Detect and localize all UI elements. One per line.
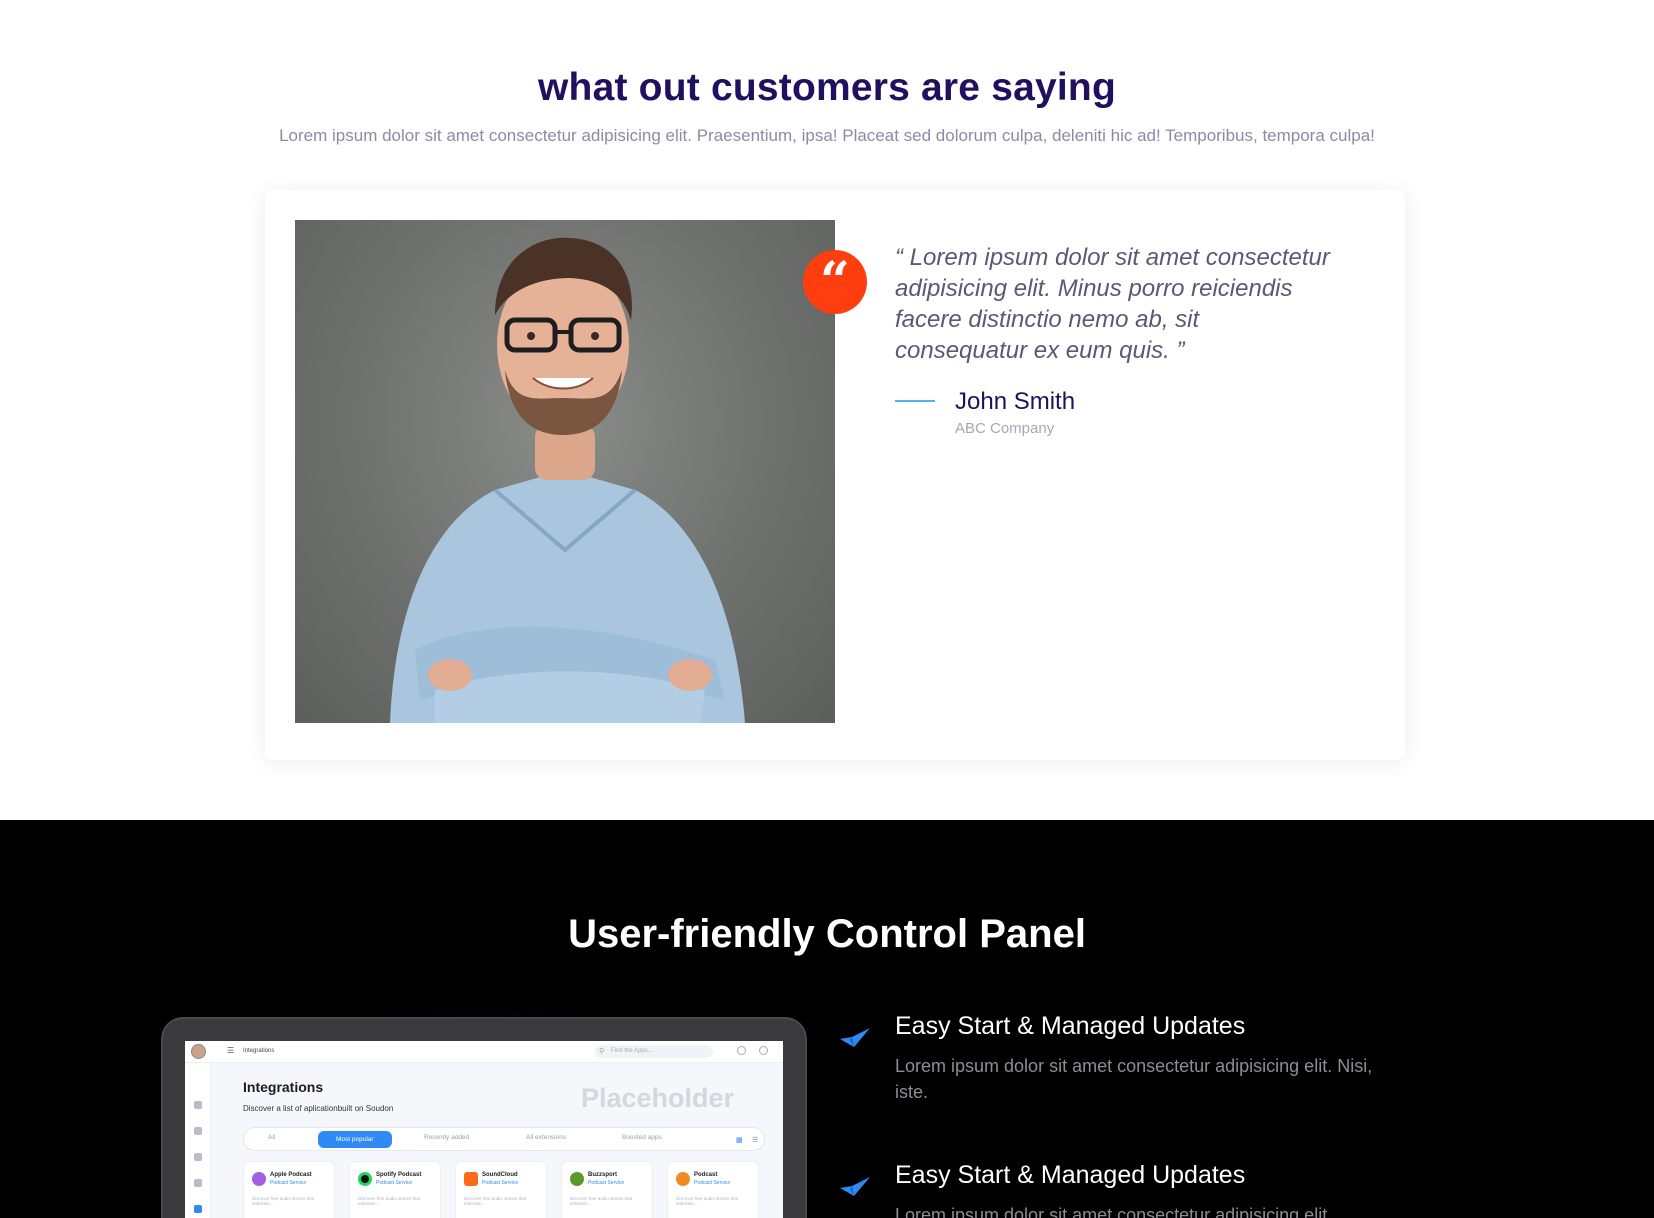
avatar: [191, 1044, 206, 1059]
app-name: Apple Podcast: [270, 1172, 312, 1178]
spotify-icon: [358, 1172, 372, 1186]
dashboard-sidebar: [185, 1063, 211, 1218]
tab-boosted-apps: Boosted apps: [622, 1134, 662, 1141]
layers-icon: [194, 1179, 202, 1187]
app-name: Spotify Podcast: [376, 1172, 422, 1178]
app-name: SoundCloud: [482, 1172, 518, 1178]
feature-description: Lorem ipsum dolor sit amet consectetur a…: [895, 1056, 1373, 1102]
testimonials-subtitle: Lorem ipsum dolor sit amet consectetur a…: [279, 126, 1375, 145]
app-desc: Discover free audio stories that enterta…: [464, 1196, 527, 1206]
check-arrow-icon: [840, 1177, 870, 1196]
testimonials-title: what out customers are saying: [538, 66, 1116, 109]
feature-title: Easy Start & Managed Updates: [895, 1161, 1246, 1189]
app-cards: Apple Podcast Podcast Service Discover f…: [243, 1161, 773, 1218]
author-company: ABC Company: [955, 420, 1055, 437]
integrations-icon: [194, 1205, 202, 1213]
app-card: SoundCloud Podcast Service Discover free…: [455, 1161, 547, 1218]
app-desc: Discover free audio stories that enterta…: [358, 1196, 421, 1206]
soundcloud-icon: [464, 1172, 478, 1186]
app-type: Podcast Service: [270, 1180, 307, 1186]
author-name: John Smith: [955, 388, 1076, 415]
app-card: Podcast Podcast Service Discover free au…: [667, 1161, 759, 1218]
app-type: Podcast Service: [482, 1180, 519, 1186]
control-panel-section: User-friendly Control Panel ☰ Integratio…: [0, 820, 1654, 1218]
app-type: Podcast Service: [694, 1180, 731, 1186]
app-desc: Discover free audio stories that enterta…: [676, 1196, 739, 1206]
dashboard-screenshot: ☰ Integrations Find the Apps... ⚲ Integr…: [185, 1041, 783, 1218]
testimonial-quote: “ Lorem ipsum dolor sit amet consectetur…: [895, 244, 1330, 364]
feature-title: Easy Start & Managed Updates: [895, 1012, 1246, 1040]
dashboard-description: Discover a list of aplicationbuilt on So…: [243, 1104, 394, 1113]
app-desc: Discover free audio stories that enterta…: [570, 1196, 633, 1206]
check-arrow-icon: [840, 1028, 870, 1047]
testimonial-card: “ “ Lorem ipsum dolor sit amet consectet…: [265, 190, 1405, 760]
tab-all: All: [268, 1134, 276, 1141]
app-type: Podcast Service: [588, 1180, 625, 1186]
testimonials-section: what out customers are saying Lorem ipsu…: [0, 0, 1654, 820]
app-card: Buzzsport Podcast Service Discover free …: [561, 1161, 653, 1218]
breadcrumb: Integrations: [243, 1048, 275, 1054]
customer-photo: [295, 220, 835, 723]
tab-recently-added: Recently added: [424, 1134, 470, 1141]
quote-icon: “: [803, 250, 867, 314]
apple-podcast-icon: [252, 1172, 266, 1186]
tab-most-popular: Most popular: [318, 1131, 392, 1148]
buzzsport-icon: [570, 1172, 584, 1186]
app-card: Apple Podcast Podcast Service Discover f…: [243, 1161, 335, 1218]
search-input: Find the Apps...: [595, 1045, 713, 1058]
man-with-glasses-photo: [390, 237, 745, 723]
dashboard-tabs: All Most popular Recently added All exte…: [243, 1127, 765, 1151]
list-view-icon: ☰: [752, 1137, 759, 1144]
app-desc: Discover free audio stories that enterta…: [252, 1196, 315, 1206]
menu-icon: ☰: [227, 1046, 235, 1055]
help-icon: [737, 1046, 746, 1055]
dashboard-topbar: ☰ Integrations Find the Apps... ⚲: [185, 1041, 783, 1063]
laptop-mockup: ☰ Integrations Find the Apps... ⚲ Integr…: [161, 1017, 807, 1218]
dashboard-heading: Integrations: [243, 1079, 324, 1095]
author-divider: [895, 400, 935, 402]
settings-icon: [759, 1046, 768, 1055]
feature-description: Lorem ipsum dolor sit amet consectetur a…: [895, 1205, 1333, 1218]
podcast-icon: [676, 1172, 690, 1186]
download-icon: [194, 1127, 202, 1135]
app-name: Buzzsport: [588, 1172, 617, 1178]
dashboard-icon: [194, 1101, 202, 1109]
app-name: Podcast: [694, 1172, 718, 1178]
app-card: Spotify Podcast Podcast Service Discover…: [349, 1161, 441, 1218]
tab-all-extensions: All extensions: [526, 1134, 567, 1141]
grid-view-icon: ▦: [736, 1137, 743, 1144]
search-icon: ⚲: [599, 1048, 605, 1055]
control-panel-title: User-friendly Control Panel: [568, 912, 1086, 956]
app-type: Podcast Service: [376, 1180, 413, 1186]
inbox-icon: [194, 1153, 202, 1161]
placeholder-watermark: Placeholder: [581, 1083, 735, 1113]
